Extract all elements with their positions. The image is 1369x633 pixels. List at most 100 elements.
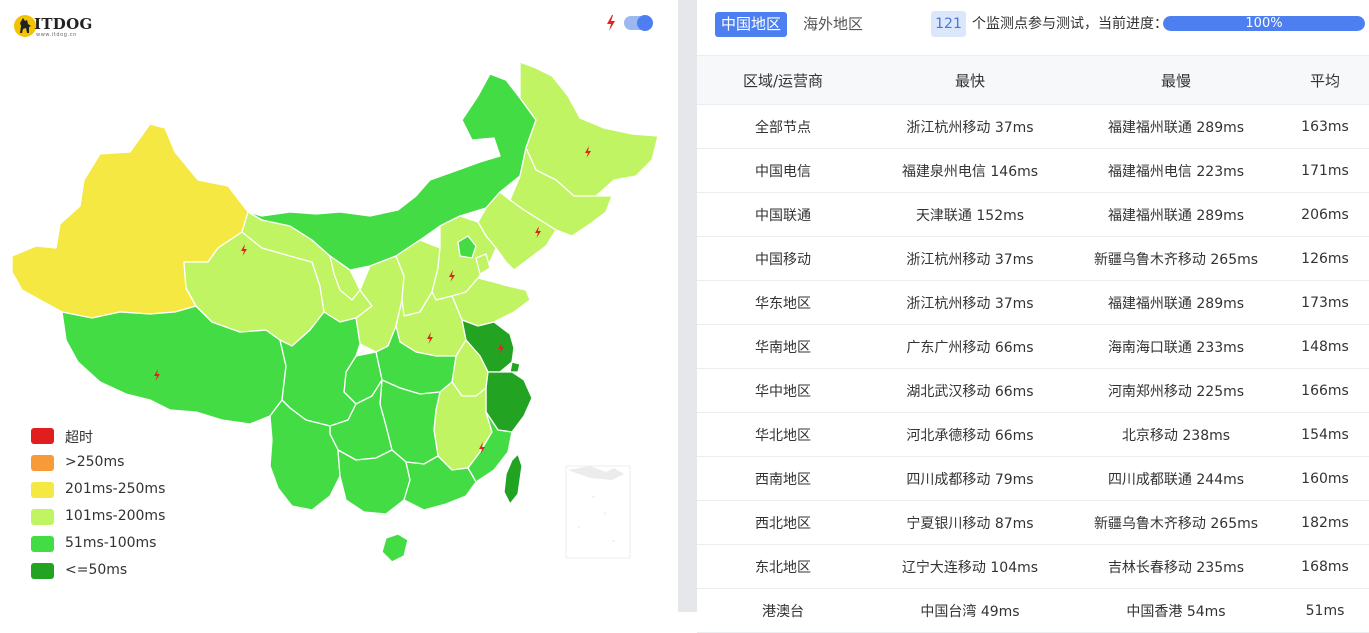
node-count-badge: 121 — [931, 11, 966, 37]
slowest-cell: 福建福州电信 223ms — [1071, 148, 1281, 193]
slowest-cell: 中国香港 54ms — [1071, 588, 1281, 633]
map-mode-switch[interactable] — [624, 15, 653, 31]
header-slowest[interactable]: 最慢 — [1071, 55, 1281, 105]
table-row: 西南地区 四川成都移动 79ms 四川成都联通 244ms 160ms — [697, 456, 1369, 501]
average-cell: 126ms — [1281, 236, 1369, 281]
average-cell: 51ms — [1281, 588, 1369, 633]
fastest-cell: 天津联通 152ms — [869, 192, 1071, 237]
average-cell: 154ms — [1281, 412, 1369, 457]
table-row: 西北地区 宁夏银川移动 87ms 新疆乌鲁木齐移动 265ms 182ms — [697, 500, 1369, 545]
table-row: 港澳台 中国台湾 49ms 中国香港 54ms 51ms — [697, 588, 1369, 633]
average-cell: 166ms — [1281, 368, 1369, 413]
table-header-row: 区域/运营商 最快 最慢 平均 — [697, 55, 1369, 105]
table-row: 东北地区 辽宁大连移动 104ms 吉林长春移动 235ms 168ms — [697, 544, 1369, 589]
average-cell: 168ms — [1281, 544, 1369, 589]
fastest-cell: 福建泉州电信 146ms — [869, 148, 1071, 193]
region-cell: 西北地区 — [697, 500, 869, 545]
table-body: 全部节点 浙江杭州移动 37ms 福建福州联通 289ms 163ms 中国电信 福建泉州… — [697, 104, 1369, 633]
tab-china[interactable]: 中国地区 — [715, 12, 788, 37]
progress-bar: 100% — [1163, 16, 1365, 31]
fastest-cell: 宁夏银川移动 87ms — [869, 500, 1071, 545]
average-cell: 182ms — [1281, 500, 1369, 545]
region-cell: 港澳台 — [697, 588, 869, 633]
progress-label: 个监测点参与测试，当前进度： — [972, 16, 1168, 32]
region-cell: 华南地区 — [697, 324, 869, 369]
average-cell: 173ms — [1281, 280, 1369, 325]
legend-swatch — [31, 536, 54, 552]
average-cell: 206ms — [1281, 192, 1369, 237]
fastest-cell: 广东广州移动 66ms — [869, 324, 1071, 369]
fastest-cell: 中国台湾 49ms — [869, 588, 1071, 633]
fastest-cell: 四川成都移动 79ms — [869, 456, 1071, 501]
tab-overseas[interactable]: 海外地区 — [797, 12, 869, 37]
slowest-cell: 四川成都联通 244ms — [1071, 456, 1281, 501]
fastest-cell: 河北承德移动 66ms — [869, 412, 1071, 457]
table-row: 中国移动 浙江杭州移动 37ms 新疆乌鲁木齐移动 265ms 126ms — [697, 236, 1369, 281]
legend-label: 101ms-200ms — [65, 508, 166, 524]
logo-wordmark: ITDOG — [34, 15, 93, 33]
slowest-cell: 福建福州联通 289ms — [1071, 280, 1281, 325]
legend-swatch — [31, 455, 54, 471]
legend-swatch — [31, 509, 54, 525]
region-cell: 全部节点 — [697, 104, 869, 149]
fastest-cell: 浙江杭州移动 37ms — [869, 104, 1071, 149]
progress-percent: 100% — [1245, 16, 1283, 31]
switch-knob — [637, 15, 653, 31]
slowest-cell: 新疆乌鲁木齐移动 265ms — [1071, 500, 1281, 545]
slowest-cell: 福建福州联通 289ms — [1071, 104, 1281, 149]
slowest-cell: 吉林长春移动 235ms — [1071, 544, 1281, 589]
fastest-cell: 浙江杭州移动 37ms — [869, 280, 1071, 325]
table-row: 中国联通 天津联通 152ms 福建福州联通 289ms 206ms — [697, 192, 1369, 237]
table-row: 华中地区 湖北武汉移动 66ms 河南郑州移动 225ms 166ms — [697, 368, 1369, 413]
table-row: 全部节点 浙江杭州移动 37ms 福建福州联通 289ms 163ms — [697, 104, 1369, 149]
region-cell: 华中地区 — [697, 368, 869, 413]
fastest-cell: 辽宁大连移动 104ms — [869, 544, 1071, 589]
legend-label: >250ms — [65, 454, 125, 470]
legend-swatch — [31, 482, 54, 498]
slowest-cell: 新疆乌鲁木齐移动 265ms — [1071, 236, 1281, 281]
logo-url: www.itdog.cn — [36, 32, 77, 38]
region-cell: 中国移动 — [697, 236, 869, 281]
itdog-logo[interactable]: ITDOG www.itdog.cn — [14, 13, 92, 39]
legend-swatch — [31, 563, 54, 579]
province-guangxi[interactable] — [337, 449, 411, 515]
bolt-icon — [606, 15, 616, 35]
legend-label: 51ms-100ms — [65, 535, 157, 551]
header-region[interactable]: 区域/运营商 — [697, 55, 869, 105]
slowest-cell: 海南海口联通 233ms — [1071, 324, 1281, 369]
legend-label: 超时 — [65, 430, 93, 446]
region-cell: 华东地区 — [697, 280, 869, 325]
slowest-cell: 河南郑州移动 225ms — [1071, 368, 1281, 413]
fastest-cell: 湖北武汉移动 66ms — [869, 368, 1071, 413]
slowest-cell: 福建福州联通 289ms — [1071, 192, 1281, 237]
average-cell: 163ms — [1281, 104, 1369, 149]
panel-divider — [678, 0, 697, 612]
region-cell: 中国联通 — [697, 192, 869, 237]
region-cell: 西南地区 — [697, 456, 869, 501]
province-hainan[interactable] — [381, 533, 409, 563]
legend-swatch — [31, 428, 54, 444]
table-row: 华南地区 广东广州移动 66ms 海南海口联通 233ms 148ms — [697, 324, 1369, 369]
results-panel: 中国地区 海外地区 121 个监测点参与测试，当前进度： 100% 区域/运营商… — [697, 0, 1369, 633]
average-cell: 171ms — [1281, 148, 1369, 193]
average-cell: 160ms — [1281, 456, 1369, 501]
legend-label: 201ms-250ms — [65, 481, 166, 497]
legend-label: <=50ms — [65, 562, 128, 578]
table-row: 华东地区 浙江杭州移动 37ms 福建福州联通 289ms 173ms — [697, 280, 1369, 325]
region-cell: 华北地区 — [697, 412, 869, 457]
header-fastest[interactable]: 最快 — [869, 55, 1071, 105]
table-row: 中国电信 福建泉州电信 146ms 福建福州电信 223ms 171ms — [697, 148, 1369, 193]
region-cell: 东北地区 — [697, 544, 869, 589]
table-row: 华北地区 河北承德移动 66ms 北京移动 238ms 154ms — [697, 412, 1369, 457]
province-taiwan[interactable] — [503, 453, 523, 505]
fastest-cell: 浙江杭州移动 37ms — [869, 236, 1071, 281]
dog-logo-icon — [14, 15, 36, 37]
south-sea-inset — [565, 465, 631, 559]
map-panel: ITDOG www.itdog.cn 超时 >250ms 201ms-250ms… — [0, 0, 678, 612]
slowest-cell: 北京移动 238ms — [1071, 412, 1281, 457]
average-cell: 148ms — [1281, 324, 1369, 369]
header-average[interactable]: 平均 — [1281, 55, 1369, 105]
latency-table: 区域/运营商 最快 最慢 平均 全部节点 浙江杭州移动 37ms 福建福州联通 28… — [697, 55, 1369, 633]
region-cell: 中国电信 — [697, 148, 869, 193]
province-shanghai[interactable] — [509, 361, 521, 373]
